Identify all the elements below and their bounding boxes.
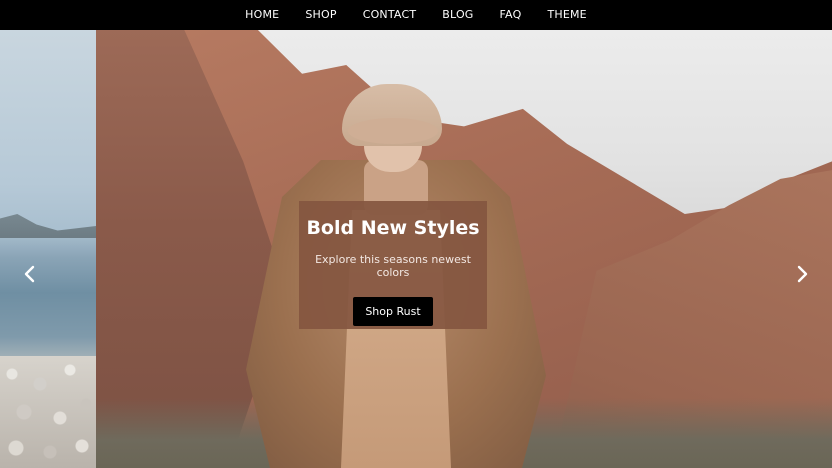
chevron-right-icon <box>795 265 809 287</box>
top-navigation: HOME SHOP CONTACT BLOG FAQ THEME <box>0 0 832 30</box>
distant-hill <box>0 214 96 238</box>
nav-link-shop[interactable]: SHOP <box>292 0 349 30</box>
slider-next-button[interactable] <box>792 262 812 290</box>
chevron-left-icon <box>23 265 37 287</box>
hero-slider: Bold New Styles Explore this seasons new… <box>0 30 832 468</box>
nav-link-blog[interactable]: BLOG <box>429 0 486 30</box>
nav-link-home[interactable]: HOME <box>232 0 292 30</box>
hero-promo-card: Bold New Styles Explore this seasons new… <box>299 201 487 329</box>
hero-subtitle: Explore this seasons newest colors <box>315 253 471 279</box>
previous-slide-peek <box>0 30 96 468</box>
nav-link-contact[interactable]: CONTACT <box>350 0 430 30</box>
nav-link-theme[interactable]: THEME <box>534 0 599 30</box>
shop-rust-button[interactable]: Shop Rust <box>353 297 433 326</box>
hero-image: Bold New Styles Explore this seasons new… <box>96 30 832 468</box>
hat-brim <box>348 118 438 144</box>
hero-title: Bold New Styles <box>306 217 480 239</box>
slider-prev-button[interactable] <box>20 262 40 290</box>
nav-link-faq[interactable]: FAQ <box>487 0 535 30</box>
rocky-shore <box>0 356 96 468</box>
